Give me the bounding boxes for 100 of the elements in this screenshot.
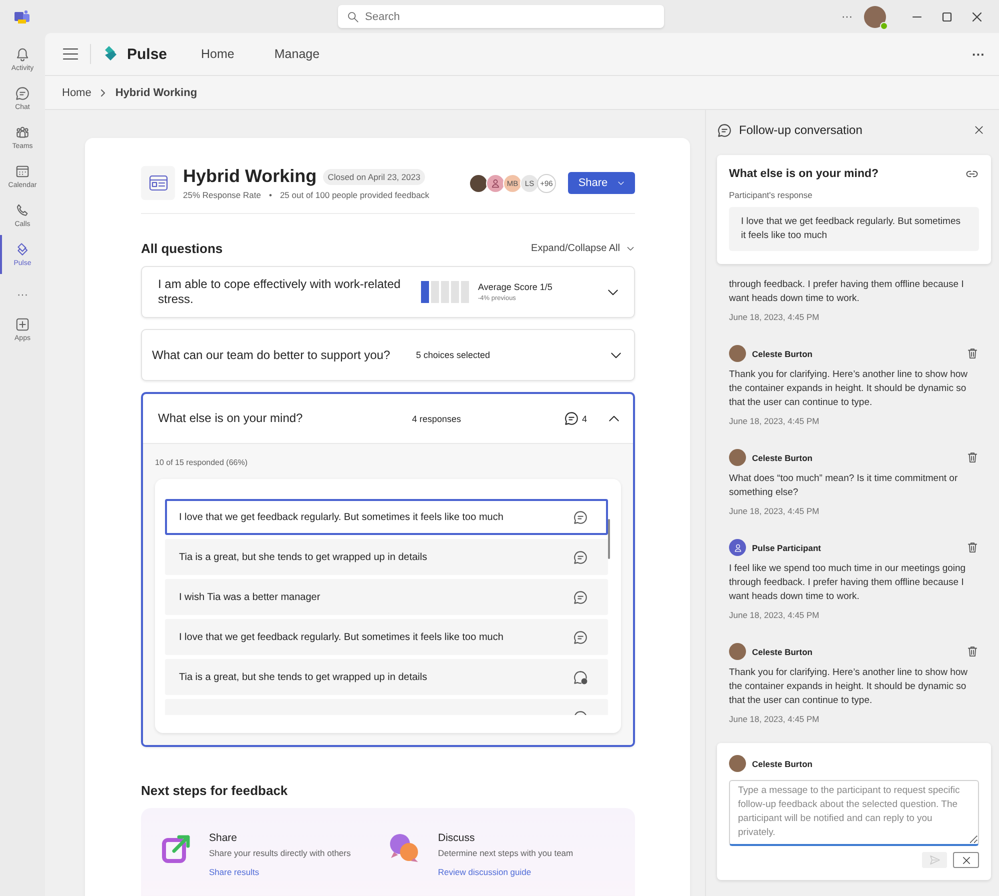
response-row[interactable]: I love that we get feedback regularly. But sometimes it feels like too much	[165, 499, 608, 535]
close-icon	[960, 854, 972, 866]
phone-icon	[15, 203, 30, 218]
teams-logo-icon	[14, 10, 30, 24]
trash-icon[interactable]	[966, 645, 979, 658]
cancel-button[interactable]	[953, 852, 979, 868]
chevron-down-icon	[616, 179, 625, 187]
scrollbar[interactable]	[608, 519, 610, 559]
author-name: Celeste Burton	[752, 646, 814, 656]
response-label: Participant's response	[729, 190, 814, 200]
step-title: Discuss	[438, 832, 476, 844]
author-name: Pulse Participant	[752, 542, 822, 552]
survey-title: Hybrid Working	[183, 166, 317, 187]
nav-tab[interactable]: Manage	[274, 33, 320, 76]
nav-tab[interactable]: Home	[201, 33, 234, 76]
panel-title: Follow-up conversation	[739, 123, 864, 137]
question-text: What else is on your mind?	[158, 411, 304, 426]
presence-dot	[880, 22, 888, 30]
author-name: Celeste Burton	[752, 452, 814, 462]
separator-dot: •	[268, 190, 272, 200]
message-text: Thank you for clarifying. Here’s another line to show how the container expands in height. It should be dynamic so that the user can continue to type.	[729, 368, 969, 410]
breadcrumb-current: Hybrid Working	[115, 86, 198, 98]
timestamp: June 18, 2023, 4:45 PM	[729, 714, 820, 724]
response-rate: 25% Response Rate	[183, 190, 261, 200]
breadcrumb-link[interactable]: Home	[62, 86, 92, 98]
author-name: Celeste Burton	[752, 758, 814, 768]
chevron-right-icon	[99, 88, 108, 96]
step-description: Share your results directly with others	[209, 848, 351, 858]
message-text: I feel like we spend too much time in our meetings going through feedback. I prefer having them offline because I want heads down time to work.	[729, 562, 967, 604]
comment-icon	[564, 411, 579, 426]
question-text: I am able to cope effectively with work-related stress.	[158, 277, 402, 307]
share-button[interactable]: Share	[568, 172, 635, 194]
comment-icon[interactable]	[573, 590, 588, 604]
section-heading: Next steps for feedback	[141, 783, 289, 798]
trash-icon[interactable]	[966, 451, 979, 464]
person-icon	[490, 178, 501, 188]
avatar	[729, 643, 746, 660]
response-text: Tia is a great, but she tends to get wrapped up in details	[179, 672, 428, 682]
response-row[interactable]: Tia is a great, but she tends to get wrapped up in details	[165, 659, 608, 695]
comment-icon[interactable]	[573, 550, 588, 564]
more-apps-button[interactable]: ···	[0, 280, 45, 310]
message-text: through feedback. I prefer having them offline because I want heads down time to work.	[729, 278, 965, 306]
close-icon[interactable]	[973, 124, 985, 136]
close-icon[interactable]	[972, 12, 982, 22]
section-heading: All questions	[141, 241, 223, 256]
person-icon	[732, 542, 742, 552]
menu-icon[interactable]	[63, 48, 78, 60]
response-row[interactable]: Tia is a great, but she tends to get wrapped up in details	[165, 539, 608, 575]
step-link[interactable]: Review discussion guide	[438, 867, 532, 877]
expand-collapse-button[interactable]: Expand/Collapse All	[531, 243, 635, 254]
participant-response: I love that we get feedback regularly. But sometimes it feels like too much	[729, 207, 979, 251]
comment-add-icon[interactable]	[573, 670, 588, 684]
user-avatar[interactable]	[864, 6, 886, 28]
response-row[interactable]: I wish Tia was a better manager	[165, 579, 608, 615]
status-badge: Closed on April 23, 2023	[322, 168, 426, 184]
more-button[interactable]: ···	[836, 10, 858, 22]
pulse-icon	[15, 242, 30, 257]
response-row[interactable]: I love that we get feedback regularly. But sometimes it feels like too much	[165, 619, 608, 655]
comment-icon[interactable]	[573, 630, 588, 644]
message-field[interactable]: Type a message to the participant to request specific follow-up feedback about the selected question. The participant will be notified and can reply to you privately.	[729, 780, 979, 846]
timestamp: June 18, 2023, 4:45 PM	[729, 312, 820, 322]
response-text: Tia is a great, but she tends to get wrapped up in details	[179, 552, 428, 562]
bell-icon	[15, 47, 30, 62]
maximize-icon[interactable]	[942, 12, 952, 22]
message-text: What does “too much” mean? Is it time commitment or something else?	[729, 472, 959, 500]
message-text: Thank you for clarifying. Here’s another line to show how the container expands in height. It should be dynamic so that the user can continue to type.	[729, 666, 969, 708]
response-text: I love that we get feedback regularly. But sometimes it feels like too much	[179, 632, 504, 642]
calendar-icon	[15, 164, 30, 179]
avatar	[729, 345, 746, 362]
step-link[interactable]: Share results	[209, 867, 260, 877]
average-score: Average Score 1/5	[478, 282, 554, 292]
comment-icon	[717, 122, 732, 138]
question-text: What can our team do better to support you?	[152, 348, 392, 362]
question-title: What else is on your mind?	[729, 168, 879, 180]
form-icon	[141, 166, 175, 200]
respondent-count: 10 of 15 responded (66%)	[155, 458, 249, 467]
timestamp: June 18, 2023, 4:45 PM	[729, 506, 820, 516]
share-icon	[161, 832, 193, 864]
response-text: I love that we get feedback regularly. But sometimes it feels like too much	[179, 512, 504, 522]
step-title: Share	[209, 832, 238, 844]
trash-icon[interactable]	[966, 541, 979, 554]
step-description: Determine next steps with you team	[438, 848, 574, 858]
chat-bubble-icon	[15, 86, 30, 101]
timestamp: June 18, 2023, 4:45 PM	[729, 416, 820, 426]
response-text: I wish Tia was a better manager	[179, 592, 320, 602]
response-summary: 5 choices selected	[416, 350, 492, 360]
avatar	[729, 755, 746, 772]
comment-count: 4	[582, 414, 587, 424]
feedback-count: 25 out of 100 people provided feedback	[280, 190, 430, 200]
comment-icon[interactable]	[573, 510, 588, 524]
chevron-down-icon	[626, 244, 635, 253]
search-field[interactable]: Search	[338, 5, 664, 28]
more-button[interactable]: ···	[972, 46, 985, 62]
trash-icon[interactable]	[966, 347, 979, 360]
people-icon	[15, 125, 30, 140]
add-app-icon	[15, 317, 30, 332]
avatar	[729, 449, 746, 466]
app-name: Pulse	[127, 46, 168, 62]
send-icon	[928, 854, 940, 866]
timestamp: June 18, 2023, 4:45 PM	[729, 610, 820, 620]
